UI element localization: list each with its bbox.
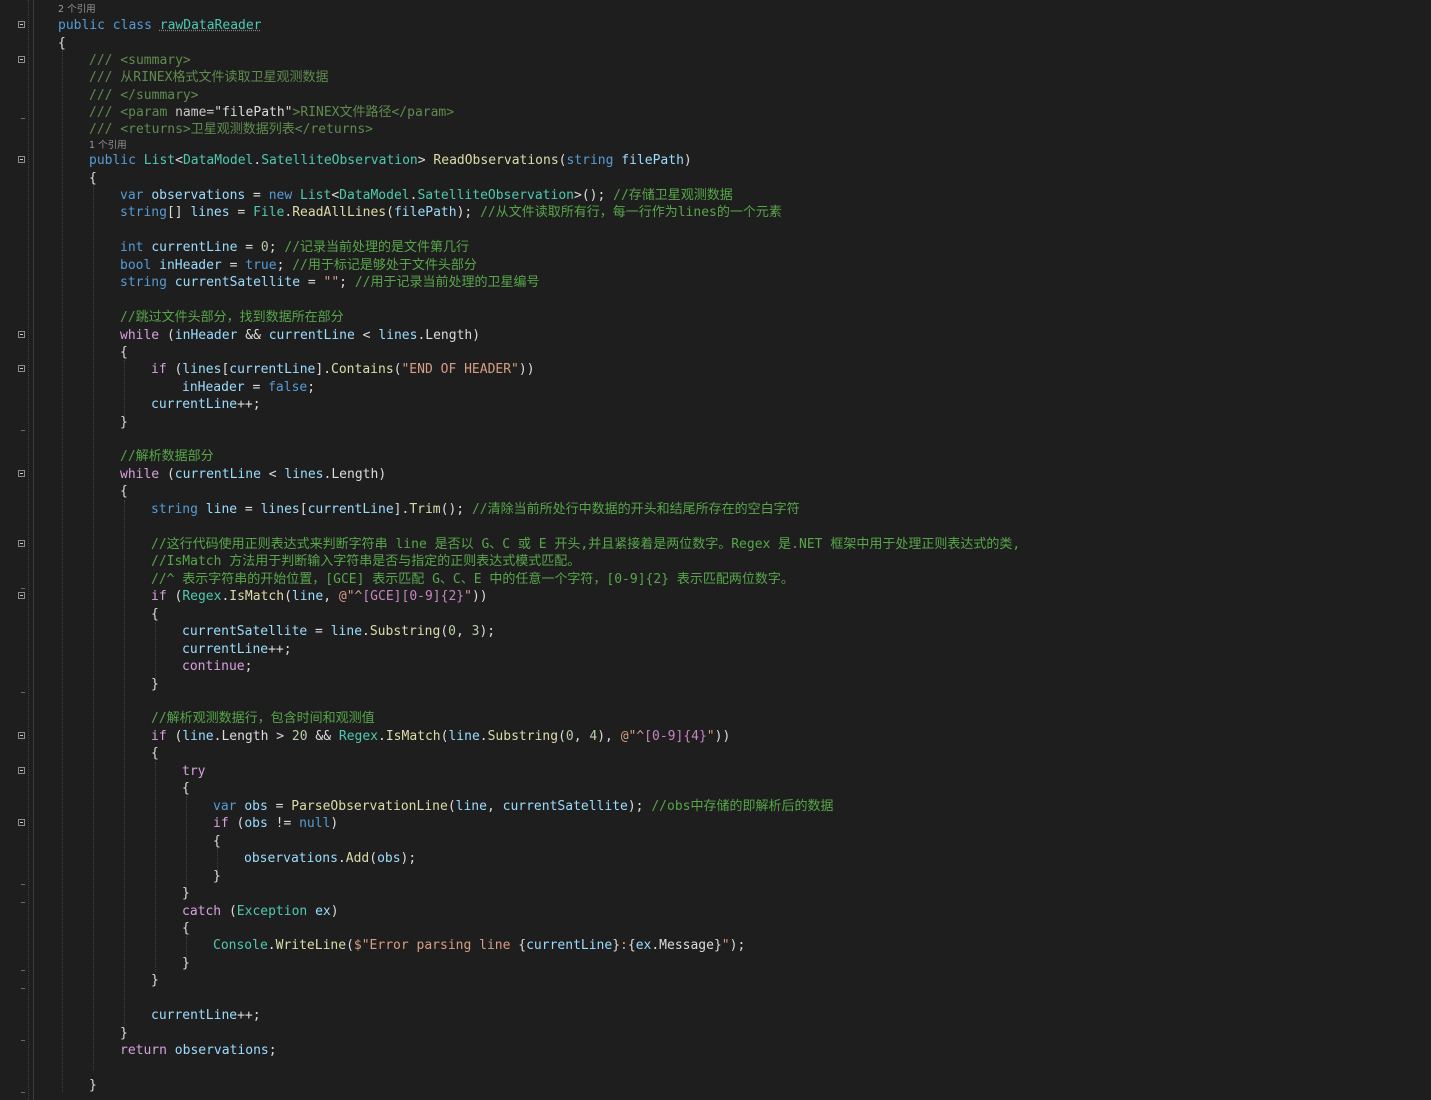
- code-line[interactable]: int currentLine = 0; //记录当前处理的是文件第几行: [120, 239, 469, 256]
- code-line[interactable]: var observations = new List<DataModel.Sa…: [120, 187, 733, 204]
- code-editor[interactable]: 2 个引用 public class rawDataReader { /// <…: [0, 0, 1431, 1100]
- code-line[interactable]: //^ 表示字符串的开始位置，[GCE] 表示匹配 G、C、E 中的任意一个字符…: [151, 571, 794, 588]
- code-line[interactable]: {: [120, 344, 128, 361]
- code-line[interactable]: currentSatellite = line.Substring(0, 3);: [182, 623, 495, 640]
- code-line[interactable]: }: [151, 676, 159, 693]
- code-line[interactable]: {: [151, 606, 159, 623]
- code-line[interactable]: return observations;: [120, 1042, 277, 1059]
- code-line[interactable]: if (lines[currentLine].Contains("END OF …: [151, 361, 535, 378]
- codelens-references[interactable]: 1 个引用: [89, 139, 127, 152]
- code-line[interactable]: var obs = ParseObservationLine(line, cur…: [213, 798, 833, 815]
- code-line[interactable]: //这行代码使用正则表达式来判断字符串 line 是否以 G、C 或 E 开头,…: [151, 536, 1020, 553]
- code-line[interactable]: try: [182, 763, 205, 780]
- code-area[interactable]: 2 个引用 public class rawDataReader { /// <…: [0, 0, 1431, 1100]
- code-line[interactable]: {: [89, 170, 97, 187]
- code-line[interactable]: {: [182, 780, 190, 797]
- code-line[interactable]: /// <returns>卫星观测数据列表</returns>: [89, 121, 373, 138]
- code-line[interactable]: {: [58, 35, 66, 52]
- code-line[interactable]: }: [89, 1077, 97, 1094]
- code-line[interactable]: continue;: [182, 658, 252, 675]
- code-line[interactable]: }: [182, 955, 190, 972]
- code-line[interactable]: {: [182, 920, 190, 937]
- code-line[interactable]: /// 从RINEX格式文件读取卫星观测数据: [89, 69, 328, 86]
- code-line[interactable]: }: [120, 414, 128, 431]
- code-line[interactable]: string line = lines[currentLine].Trim();…: [151, 501, 800, 518]
- code-line[interactable]: //解析数据部分: [120, 448, 214, 465]
- code-line[interactable]: Console.WriteLine($"Error parsing line {…: [213, 937, 745, 954]
- code-line[interactable]: currentLine++;: [151, 1007, 261, 1024]
- code-line[interactable]: //跳过文件头部分，找到数据所在部分: [120, 309, 344, 326]
- code-line[interactable]: public class rawDataReader: [58, 17, 262, 34]
- code-line[interactable]: }: [182, 885, 190, 902]
- code-line[interactable]: /// <summary>: [89, 52, 191, 69]
- code-line[interactable]: inHeader = false;: [182, 379, 315, 396]
- code-line[interactable]: //解析观测数据行，包含时间和观测值: [151, 710, 375, 727]
- code-line[interactable]: observations.Add(obs);: [244, 850, 416, 867]
- codelens-references[interactable]: 2 个引用: [58, 3, 96, 16]
- code-line[interactable]: }: [213, 868, 221, 885]
- code-line[interactable]: if (Regex.IsMatch(line, @"^[GCE][0-9]{2}…: [151, 588, 488, 605]
- code-line[interactable]: {: [120, 483, 128, 500]
- code-line[interactable]: /// <param name="filePath">RINEX文件路径</pa…: [89, 104, 454, 121]
- code-line[interactable]: currentLine++;: [151, 396, 261, 413]
- code-line[interactable]: catch (Exception ex): [182, 903, 339, 920]
- code-line[interactable]: {: [213, 833, 221, 850]
- code-line[interactable]: //IsMatch 方法用于判断输入字符串是否与指定的正则表达式模式匹配。: [151, 553, 580, 570]
- code-line[interactable]: /// </summary>: [89, 87, 199, 104]
- code-line[interactable]: {: [151, 745, 159, 762]
- code-line[interactable]: string currentSatellite = ""; //用于记录当前处理…: [120, 274, 539, 291]
- code-line[interactable]: currentLine++;: [182, 641, 292, 658]
- code-line[interactable]: }: [120, 1025, 128, 1042]
- code-line[interactable]: if (obs != null): [213, 815, 338, 832]
- code-line[interactable]: while (inHeader && currentLine < lines.L…: [120, 327, 480, 344]
- code-line[interactable]: while (currentLine < lines.Length): [120, 466, 386, 483]
- code-line[interactable]: public List<DataModel.SatelliteObservati…: [89, 152, 692, 169]
- code-line[interactable]: }: [151, 972, 159, 989]
- code-line[interactable]: bool inHeader = true; //用于标记是够处于文件头部分: [120, 257, 477, 274]
- code-line[interactable]: string[] lines = File.ReadAllLines(fileP…: [120, 204, 782, 221]
- code-line[interactable]: if (line.Length > 20 && Regex.IsMatch(li…: [151, 728, 730, 745]
